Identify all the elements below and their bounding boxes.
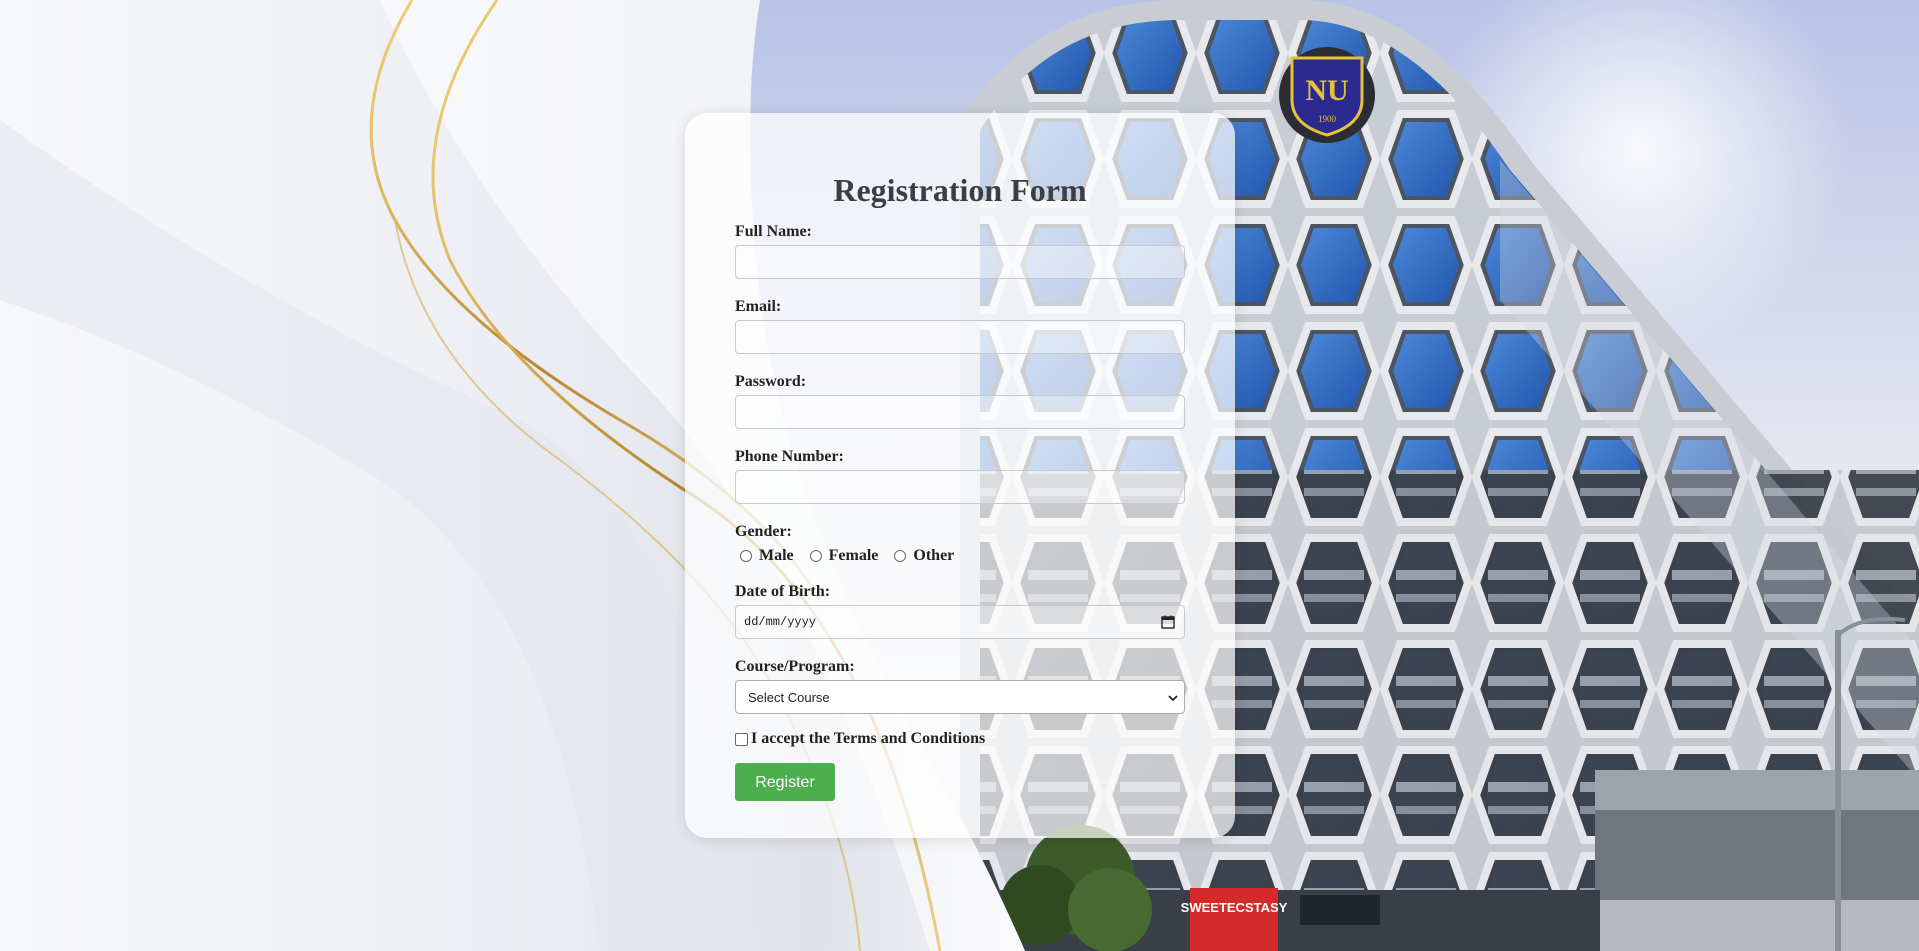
dob-input[interactable]: dd/mm/yyyy: [735, 605, 1185, 639]
university-logo: NU 1900: [1279, 47, 1375, 143]
page-title: Registration Form: [833, 172, 1087, 208]
full-name-label: Full Name:: [735, 223, 812, 240]
email-field-group: Email:: [735, 298, 1185, 354]
storefront-sign: SWEETECSTASY: [1181, 900, 1288, 915]
email-label: Email:: [735, 298, 782, 315]
email-input[interactable]: [735, 320, 1185, 354]
course-label: Course/Program:: [735, 658, 855, 675]
phone-field-group: Phone Number:: [735, 448, 1185, 504]
phone-input[interactable]: [735, 470, 1185, 504]
gender-option-other-label: Other: [913, 547, 955, 564]
terms-checkbox[interactable]: [735, 732, 748, 746]
full-name-field-group: Full Name:: [735, 223, 1185, 279]
register-button[interactable]: Register: [735, 763, 835, 801]
gender-radio-male[interactable]: [740, 550, 752, 562]
dob-field-group: Date of Birth: dd/mm/yyyy: [735, 583, 1185, 639]
full-name-input[interactable]: [735, 245, 1185, 279]
gender-label: Gender:: [735, 523, 792, 540]
course-field-group: Course/Program: Select Course: [735, 658, 1185, 714]
terms-label: I accept the Terms and Conditions: [751, 730, 986, 747]
gender-options: Male Female Other: [735, 545, 1185, 567]
password-input[interactable]: [735, 395, 1185, 429]
course-select[interactable]: Select Course: [735, 680, 1185, 714]
password-field-group: Password:: [735, 373, 1185, 429]
chevron-down-icon: [1168, 695, 1178, 702]
dob-label: Date of Birth:: [735, 583, 831, 600]
course-select-value: Select Course: [748, 689, 830, 705]
logo-text: NU: [1305, 74, 1348, 107]
gender-radio-female[interactable]: [809, 550, 822, 562]
terms-row: I accept the Terms and Conditions: [735, 730, 1185, 748]
calendar-icon[interactable]: [1161, 615, 1175, 629]
gender-option-female-label: Female: [828, 547, 879, 564]
logo-year: 1900: [1318, 114, 1337, 124]
registration-card: Registration Form Full Name: Email: Pass…: [685, 113, 1235, 838]
phone-label: Phone Number:: [735, 448, 844, 465]
gender-option-male-label: Male: [759, 547, 794, 564]
gender-field-group: Gender: Male Female Other: [735, 523, 1185, 567]
password-label: Password:: [735, 373, 807, 390]
dob-placeholder: dd/mm/yyyy: [744, 615, 817, 629]
gender-radio-other[interactable]: [894, 550, 907, 562]
